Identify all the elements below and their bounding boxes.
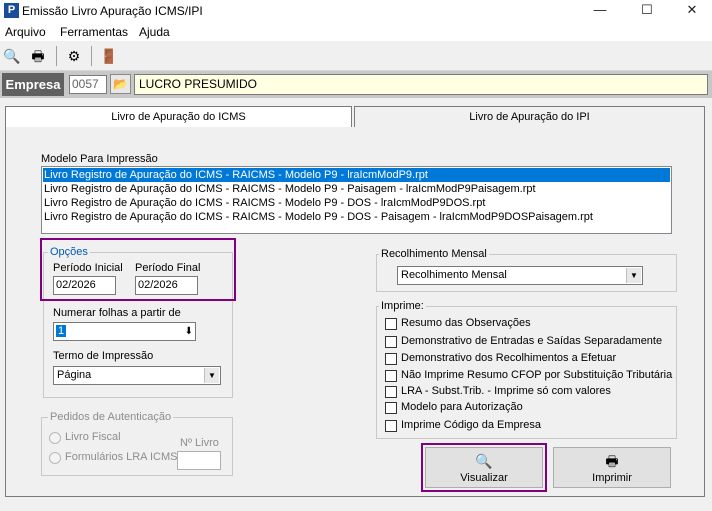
livro-fiscal-label: Livro Fiscal [65,431,121,443]
window-title: Emissão Livro Apuração ICMS/IPI [22,4,203,18]
spinner-down-icon[interactable]: ⬇ [185,323,193,340]
preview-icon[interactable]: 🔍 [1,45,23,67]
menu-arquivo[interactable]: Arquivo [5,25,46,39]
checkbox-imprime-codigo-empresa[interactable] [385,420,397,432]
modelo-label: Modelo Para Impressão [41,153,158,165]
n-livro-label: Nº Livro [180,437,219,449]
checkbox-label: Resumo das Observações [401,317,531,329]
empresa-name-field: LUCRO PRESUMIDO [134,74,708,95]
print-icon: 🖶 [605,453,619,469]
toolbar-separator [56,46,57,66]
n-livro-field[interactable] [177,451,221,470]
numerar-value: 1 [56,325,67,337]
recolhimento-value: Recolhimento Mensal [401,269,507,281]
periodo-final-label: Período Final [135,262,201,274]
checkbox-label: Não Imprime Resumo CFOP por Substituição… [401,369,673,381]
menu-ajuda[interactable]: Ajuda [139,25,170,39]
minimize-button[interactable]: — [580,0,620,22]
numerar-field[interactable]: 1 ⬇ [53,322,196,341]
recolhimento-select[interactable]: Recolhimento Mensal ▼ [397,266,643,285]
checkbox-label: Demonstrativo de Entradas e Saídas Separ… [401,335,663,347]
app-icon: P [4,3,19,18]
checkbox-demonstrativo-recolhimentos[interactable] [385,353,397,365]
periodo-inicial-field[interactable]: 02/2026 [53,276,116,295]
opcoes-title: Opções [48,246,90,258]
tab-livro-ipi[interactable]: Livro de Apuração do IPI [354,106,705,128]
close-button[interactable]: ✕ [672,0,712,22]
preview-icon: 🔍 [475,453,493,469]
chevron-down-icon: ▼ [626,268,641,283]
radio-formularios[interactable] [49,452,61,464]
print-icon[interactable]: 🖶 [27,45,49,67]
checkbox-label: Imprime Código da Empresa [401,419,542,431]
termo-select[interactable]: Página ▼ [53,366,221,385]
imprimir-label: Imprimir [592,472,632,484]
checkbox-label: LRA - Subst.Trib. - Imprime só com valor… [401,385,611,397]
empresa-label: Empresa [2,73,64,96]
folder-open-icon[interactable]: 📂 [110,74,131,94]
modelo-list[interactable]: Livro Registro de Apuração do ICMS - RAI… [41,166,672,234]
periodo-inicial-label: Período Inicial [53,262,123,274]
imprimir-button[interactable]: 🖶 Imprimir [553,447,671,488]
checkbox-label: Demonstrativo dos Recolhimentos a Efetua… [401,352,617,364]
settings-icon[interactable]: ⚙ [63,45,85,67]
menu-ferramentas[interactable]: Ferramentas [60,25,128,39]
chevron-down-icon: ▼ [204,368,219,383]
empresa-code-field[interactable]: 0057 [69,75,107,94]
list-item[interactable]: Livro Registro de Apuração do ICMS - RAI… [43,210,670,224]
pedidos-title: Pedidos de Autenticação [48,411,174,423]
maximize-button[interactable]: ☐ [627,0,667,22]
checkbox-nao-imprime-resumo-cfop[interactable] [385,370,397,382]
visualizar-label: Visualizar [460,472,508,484]
checkbox-resumo-observacoes[interactable] [385,318,397,330]
numerar-label: Numerar folhas a partir de [53,307,181,319]
exit-door-icon[interactable]: 🚪 [98,45,120,67]
checkbox-modelo-autorizacao[interactable] [385,402,397,414]
list-item[interactable]: Livro Registro de Apuração do ICMS - RAI… [43,182,670,196]
radio-livro-fiscal[interactable] [49,432,61,444]
visualizar-button[interactable]: 🔍 Visualizar [425,447,543,488]
checkbox-label: Modelo para Autorização [401,401,523,413]
termo-label: Termo de Impressão [53,350,154,362]
recolhimento-title: Recolhimento Mensal [379,248,489,260]
termo-value: Página [57,369,92,381]
formularios-label: Formulários LRA ICMS [65,451,178,463]
imprime-title: Imprime: [379,300,426,312]
periodo-final-field[interactable]: 02/2026 [135,276,198,295]
toolbar-separator [91,46,92,66]
checkbox-lra-subst-trib[interactable] [385,386,397,398]
checkbox-demonstrativo-entradas-saidas[interactable] [385,336,397,348]
tab-livro-icms[interactable]: Livro de Apuração do ICMS [5,106,352,128]
list-item[interactable]: Livro Registro de Apuração do ICMS - RAI… [43,168,670,182]
list-item[interactable]: Livro Registro de Apuração do ICMS - RAI… [43,196,670,210]
